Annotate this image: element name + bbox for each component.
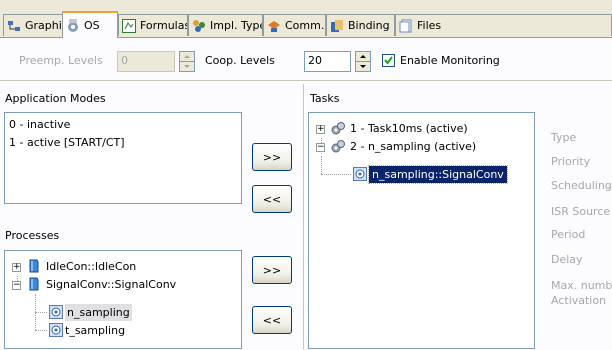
process-node-icon xyxy=(49,323,63,337)
process-icon xyxy=(29,277,39,291)
tab-binding[interactable]: Binding xyxy=(326,14,395,36)
divider xyxy=(0,80,612,82)
remove-process-button[interactable]: << xyxy=(252,306,292,334)
tab-formulas[interactable]: Formulas xyxy=(118,14,188,36)
tab-label: Impl. Type xyxy=(210,19,263,32)
expand-icon[interactable]: + xyxy=(12,263,21,272)
tree-item-selected[interactable]: n_sampling xyxy=(65,304,132,321)
tasks-tree[interactable]: + 1 - Task10ms (active) − 2 - n_sampling… xyxy=(308,112,535,349)
task-icon xyxy=(331,140,345,153)
tab-label: Graphics xyxy=(25,19,62,32)
coop-levels-input[interactable]: 20 xyxy=(304,51,351,72)
tab-label: Files xyxy=(417,19,442,32)
tasks-title: Tasks xyxy=(310,92,340,105)
divider xyxy=(303,84,305,349)
spin-up-icon xyxy=(360,55,366,58)
prop-label: ISR Source xyxy=(551,205,611,218)
tree-item[interactable]: 2 - n_sampling (active) xyxy=(350,138,476,155)
processes-tree[interactable]: + IdleCon::IdleCon − SignalConv::SignalC… xyxy=(4,250,242,349)
impl-type-icon xyxy=(193,19,205,32)
tab-label: Binding xyxy=(348,19,390,32)
graphics-icon xyxy=(8,20,20,31)
app-modes-title: Application Modes xyxy=(5,92,106,105)
process-icon xyxy=(29,259,39,273)
preemp-levels-spinner[interactable] xyxy=(179,51,195,72)
prop-label: Type xyxy=(551,131,577,144)
process-node-icon xyxy=(353,167,367,181)
prop-label: Max. numb xyxy=(551,279,612,292)
list-item[interactable]: 0 - inactive xyxy=(9,116,70,133)
tab-bar: Graphics OS Formulas Impl. Type Comm. Bi… xyxy=(0,0,612,38)
collapse-icon[interactable]: − xyxy=(316,143,325,152)
os-icon xyxy=(68,18,78,32)
comm-icon xyxy=(268,20,280,32)
preemp-levels-input[interactable]: 0 xyxy=(117,51,175,72)
processes-title: Processes xyxy=(5,229,60,242)
prop-label: Delay xyxy=(551,253,583,266)
expand-icon[interactable]: + xyxy=(316,125,325,134)
formulas-icon xyxy=(122,18,136,33)
tab-files[interactable]: Files xyxy=(395,14,612,36)
tree-item[interactable]: t_sampling xyxy=(65,322,125,339)
add-process-button[interactable]: >> xyxy=(252,256,292,284)
tab-label: Comm. xyxy=(285,19,325,32)
tab-impl-type[interactable]: Impl. Type xyxy=(188,14,263,36)
files-icon xyxy=(399,19,412,32)
tab-os[interactable]: OS xyxy=(62,11,118,38)
tab-label: Formulas xyxy=(140,19,188,32)
enable-monitoring-checkbox[interactable] xyxy=(382,54,395,67)
enable-monitoring-label: Enable Monitoring xyxy=(400,54,500,67)
checkmark-icon xyxy=(384,56,393,65)
spin-up-icon xyxy=(184,55,190,58)
tree-item[interactable]: SignalConv::SignalConv xyxy=(46,276,176,293)
coop-levels-spinner[interactable] xyxy=(355,51,371,72)
coop-levels-label: Coop. Levels xyxy=(205,54,275,67)
tree-item[interactable]: IdleCon::IdleCon xyxy=(46,258,136,275)
preemp-levels-label: Preemp. Levels xyxy=(19,54,103,67)
collapse-icon[interactable]: − xyxy=(12,281,21,290)
add-mode-button[interactable]: >> xyxy=(252,143,292,171)
prop-label: Priority xyxy=(551,155,591,168)
process-node-icon xyxy=(49,305,63,319)
tab-graphics[interactable]: Graphics xyxy=(3,14,63,36)
prop-label: Scheduling xyxy=(551,179,612,192)
remove-mode-button[interactable]: << xyxy=(252,185,292,213)
prop-label: Activation xyxy=(551,294,607,307)
binding-icon xyxy=(331,19,343,32)
tree-item[interactable]: 1 - Task10ms (active) xyxy=(350,120,468,137)
list-item[interactable]: 1 - active [START/CT] xyxy=(9,134,125,151)
tab-label: OS xyxy=(84,19,100,32)
tree-item-selected[interactable]: n_sampling::SignalConv xyxy=(368,165,508,184)
tab-comm[interactable]: Comm. xyxy=(263,14,326,36)
prop-label: Period xyxy=(551,228,586,241)
spin-down-icon xyxy=(360,65,366,68)
spin-down-icon xyxy=(184,65,190,68)
app-modes-list[interactable]: 0 - inactive 1 - active [START/CT] xyxy=(4,112,242,204)
task-icon xyxy=(331,122,345,135)
